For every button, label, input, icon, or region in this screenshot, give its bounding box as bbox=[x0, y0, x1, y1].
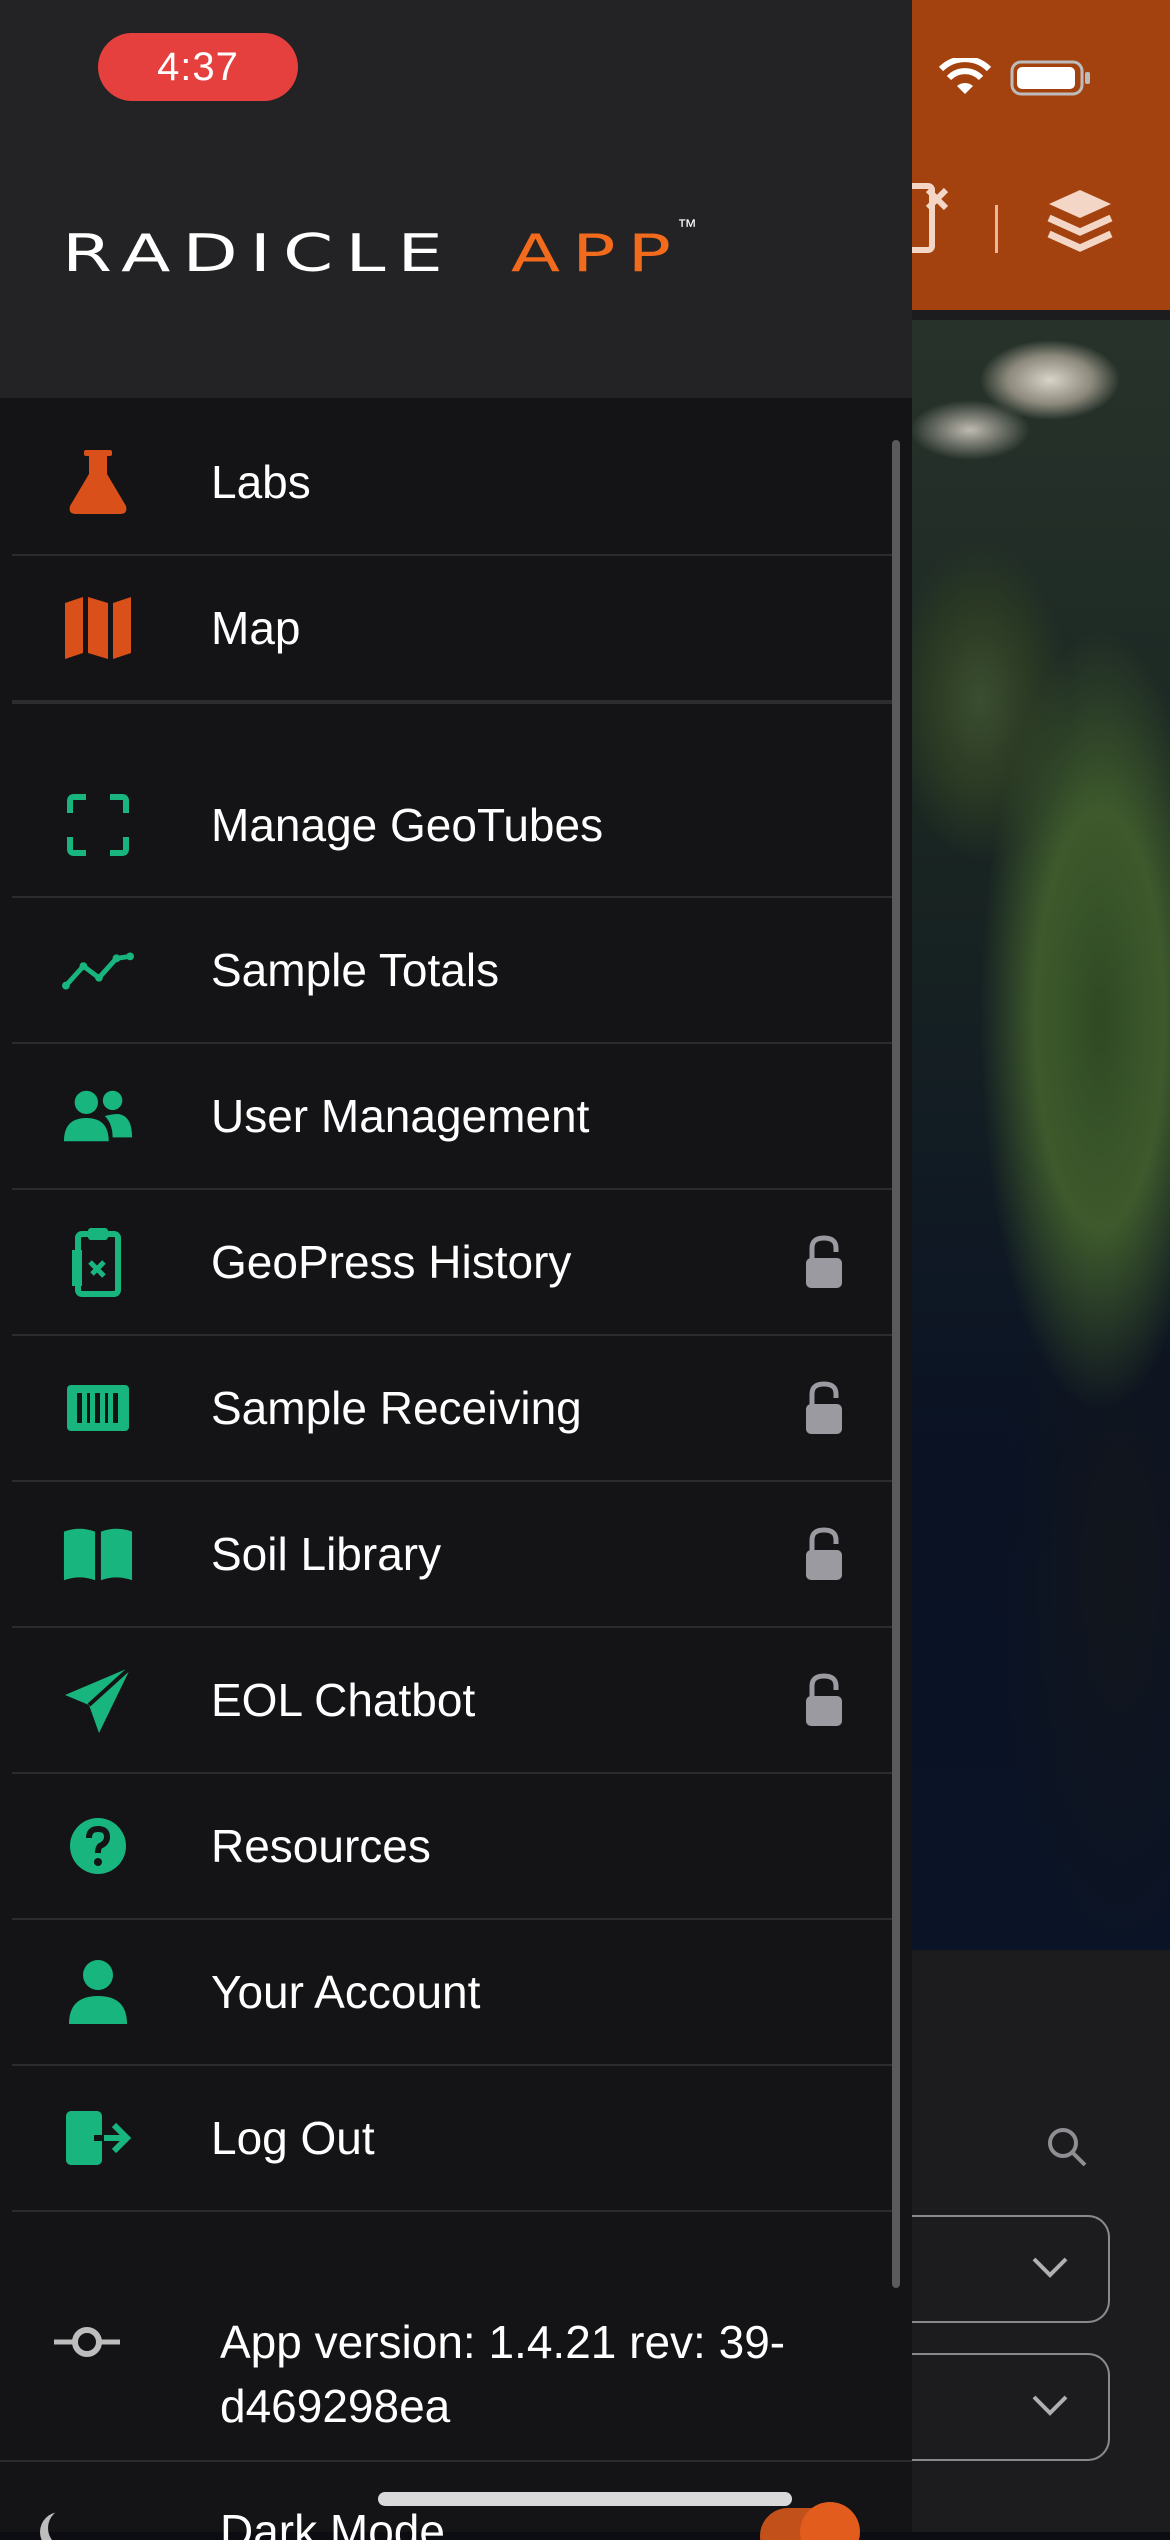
filter-select-2[interactable] bbox=[900, 2353, 1110, 2461]
radicle-app-logo: RADICLE APP ™ bbox=[62, 215, 698, 288]
status-time: 4:37 bbox=[98, 33, 298, 101]
question-circle-icon bbox=[62, 1810, 134, 1882]
menu-item-label: Log Out bbox=[211, 2112, 375, 2164]
menu-item-sample-receiving[interactable]: Sample Receiving bbox=[12, 1336, 896, 1482]
scan-frame-icon bbox=[62, 789, 134, 861]
menu-item-label: Map bbox=[211, 602, 301, 654]
menu-item-your-account[interactable]: Your Account bbox=[12, 1920, 896, 2066]
dark-mode-label: Dark Mode bbox=[220, 2505, 445, 2540]
menu-item-eol-chatbot[interactable]: EOL Chatbot bbox=[12, 1628, 896, 1774]
navigation-drawer: 4:37 RADICLE APP ™ Labs Map Manage GeoTu… bbox=[0, 0, 912, 2540]
flask-icon bbox=[62, 446, 134, 518]
menu-item-geopress-history[interactable]: GeoPress History bbox=[12, 1190, 896, 1336]
logo-trademark: ™ bbox=[677, 215, 698, 238]
menu-item-user-management[interactable]: User Management bbox=[12, 1044, 896, 1190]
battery-icon bbox=[1010, 60, 1090, 96]
book-icon bbox=[62, 1518, 134, 1590]
menu-item-manage-geotubes[interactable]: Manage GeoTubes bbox=[12, 702, 896, 898]
lock-icon bbox=[806, 1381, 842, 1434]
menu-item-label: Sample Receiving bbox=[211, 1382, 582, 1434]
drawer-scrollbar[interactable] bbox=[892, 440, 900, 2288]
logo-word: RADICLE bbox=[62, 222, 455, 284]
menu-item-soil-library[interactable]: Soil Library bbox=[12, 1482, 896, 1628]
menu-item-label: Your Account bbox=[211, 1966, 481, 2018]
user-icon bbox=[62, 1956, 134, 2028]
logo-app: APP bbox=[510, 222, 684, 284]
app-version-row: App version: 1.4.21 rev: 39-d469298ea bbox=[0, 2222, 912, 2462]
menu-item-labs[interactable]: Labs bbox=[12, 410, 896, 556]
trend-line-icon bbox=[62, 934, 134, 1006]
search-icon[interactable] bbox=[1045, 2125, 1089, 2169]
lock-icon bbox=[806, 1527, 842, 1580]
lock-icon bbox=[806, 1673, 842, 1726]
menu-item-log-out[interactable]: Log Out bbox=[12, 2066, 896, 2212]
wifi-icon bbox=[938, 58, 992, 94]
lock-icon bbox=[806, 1235, 842, 1288]
toolbar-divider bbox=[995, 205, 998, 253]
map-toolbar bbox=[899, 0, 1170, 310]
commit-icon bbox=[54, 2327, 120, 2357]
chevron-down-icon bbox=[1032, 2257, 1068, 2278]
menu-item-label: Soil Library bbox=[211, 1528, 442, 1580]
barcode-icon bbox=[62, 1372, 134, 1444]
home-indicator[interactable] bbox=[378, 2492, 792, 2506]
menu-item-label: Manage GeoTubes bbox=[211, 799, 604, 851]
satellite-map[interactable] bbox=[900, 320, 1170, 1950]
menu-item-label: EOL Chatbot bbox=[211, 1674, 476, 1726]
map-icon bbox=[62, 592, 134, 664]
paper-plane-icon bbox=[62, 1664, 134, 1736]
menu-item-label: GeoPress History bbox=[211, 1236, 572, 1288]
menu-item-resources[interactable]: Resources bbox=[12, 1774, 896, 1920]
menu-item-label: Labs bbox=[211, 456, 311, 508]
menu-item-label: User Management bbox=[211, 1090, 590, 1142]
dark-mode-row[interactable]: Dark Mode bbox=[0, 2480, 912, 2540]
filter-panel bbox=[900, 1950, 1170, 2532]
menu-item-map[interactable]: Map bbox=[12, 556, 896, 702]
filter-select-1[interactable] bbox=[900, 2215, 1110, 2323]
app-version-text: App version: 1.4.21 rev: 39-d469298ea bbox=[220, 2316, 786, 2432]
drawer-header: 4:37 RADICLE APP ™ bbox=[0, 0, 912, 398]
drawer-menu: Labs Map Manage GeoTubes Sample Totals U… bbox=[12, 410, 896, 2212]
layers-icon[interactable] bbox=[1045, 186, 1115, 261]
menu-item-sample-totals[interactable]: Sample Totals bbox=[12, 898, 896, 1044]
users-icon bbox=[62, 1080, 134, 1152]
clipboard-history-icon bbox=[62, 1226, 134, 1298]
menu-item-label: Sample Totals bbox=[211, 944, 500, 996]
moon-icon bbox=[48, 2508, 88, 2540]
menu-item-label: Resources bbox=[211, 1820, 431, 1872]
logout-icon bbox=[62, 2102, 134, 2174]
chevron-down-icon bbox=[1032, 2395, 1068, 2416]
